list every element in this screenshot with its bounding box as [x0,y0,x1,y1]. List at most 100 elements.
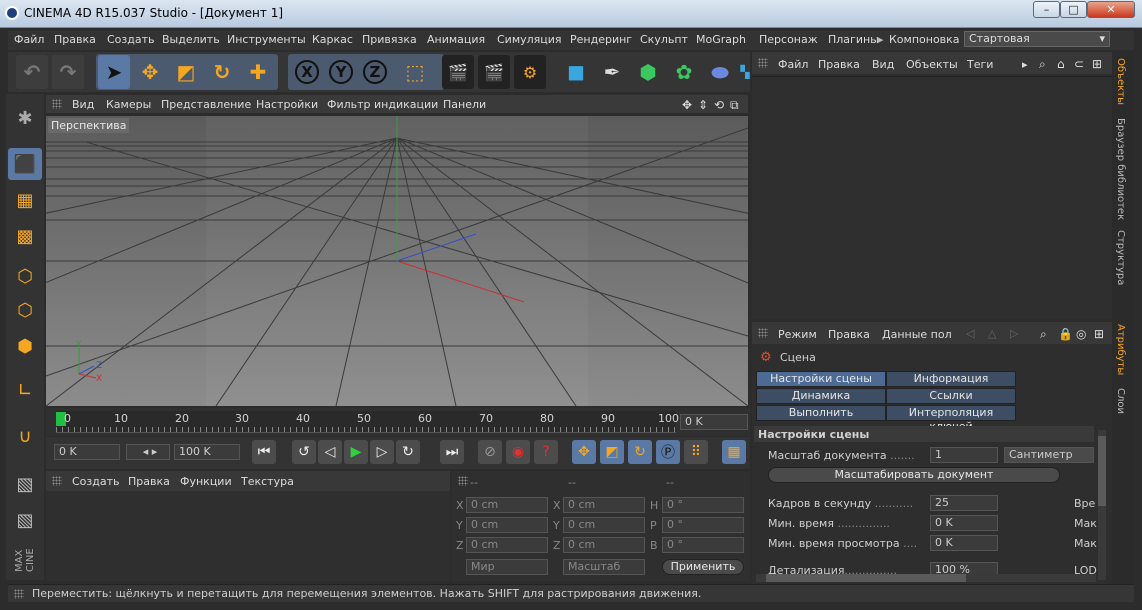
close-button[interactable]: ✕ [1087,1,1135,18]
texture-mode-icon[interactable]: ▦ [8,184,42,216]
rotation-p-field[interactable]: 0 ° [662,517,744,533]
attr-menu-userdata[interactable]: Данные пол [882,328,952,341]
record-keys-icon[interactable]: ⊘ [478,440,502,464]
mat-menu-texture[interactable]: Текстура [241,475,294,488]
attr-forward-icon[interactable]: ▷ [1010,327,1018,340]
current-frame-field[interactable]: 0 K [680,414,748,430]
tab-key-interpolation[interactable]: Интерполяция ключей [886,405,1016,433]
timeline-ruler[interactable]: 0 10 20 30 40 50 60 70 80 90 100 0 K [46,408,750,436]
vp-menu-view[interactable]: Вид [72,98,94,111]
start-frame-field[interactable]: 0 K [54,444,120,460]
position-z-field[interactable]: 0 cm [466,537,548,553]
vp-menu-display[interactable]: Представление [161,98,251,111]
key-position-icon[interactable]: ✥ [572,440,596,464]
tab-dynamics[interactable]: Динамика [756,388,886,404]
go-to-next-key-icon[interactable]: ↻ [396,440,420,464]
scale-icon[interactable]: ◩ [170,55,202,89]
obj-menu-view[interactable]: Вид [872,58,894,71]
more-tools-icon[interactable]: ▚ [740,55,750,89]
recent-tool-icon[interactable]: ✚ [242,55,274,89]
menu-mograph[interactable]: MoGraph [696,33,746,46]
size-z-field[interactable]: 0 cm [563,537,645,553]
obj-link-icon[interactable]: ⊂ [1074,57,1084,71]
menu-select[interactable]: Выделить [162,33,220,46]
obj-menu-tags[interactable]: Теги [967,58,993,71]
obj-search-icon[interactable]: ⌕ [1039,57,1046,72]
layout-dropdown[interactable]: Стартовая [964,31,1110,47]
z-axis-icon[interactable]: Z [359,55,391,89]
select-cursor-icon[interactable]: ➤ [98,55,130,89]
min-preview-field[interactable]: 0 K [930,535,998,551]
undo-icon[interactable]: ↶ [16,55,48,89]
key-pla-icon[interactable]: ⠿ [684,440,708,464]
obj-menu-edit[interactable]: Правка [818,58,860,71]
apply-button[interactable]: Применить [662,559,744,575]
menu-character[interactable]: Персонаж [759,33,818,46]
obj-menu-objects[interactable]: Объекты [906,58,958,71]
y-axis-icon[interactable]: Y [325,55,357,89]
mat-menu-edit[interactable]: Правка [128,475,170,488]
attr-menu-edit[interactable]: Правка [828,328,870,341]
menu-layout[interactable]: Компоновка [889,33,960,46]
sidetab-objects[interactable]: Объекты [1115,58,1126,105]
sidetab-structure[interactable]: Структура [1115,230,1126,285]
position-y-field[interactable]: 0 cm [466,517,548,533]
minimize-button[interactable]: – [1033,1,1060,18]
coordinate-system-icon[interactable]: ⬚ [399,55,431,89]
scale-document-button[interactable]: Масштабировать документ [768,467,1060,483]
render-picture-viewer-icon[interactable]: 🎬 [478,55,510,89]
tab-info[interactable]: Информация [886,371,1016,387]
play-icon[interactable]: ▶ [344,440,368,464]
axis-mode-icon[interactable]: ∟ [8,374,42,406]
attr-scrollbar[interactable] [1098,430,1106,580]
menu-simulate[interactable]: Симуляция [497,33,562,46]
menu-snap[interactable]: Привязка [362,33,417,46]
menu-create[interactable]: Создать [107,33,155,46]
key-rotation-icon[interactable]: ↻ [628,440,652,464]
vp-maximize-icon[interactable]: ⧉ [730,98,739,113]
attr-up-icon[interactable]: △ [988,327,996,340]
vp-rotate-icon[interactable]: ⟲ [714,98,724,112]
snap-magnet-icon[interactable]: ∪ [8,420,42,452]
menu-mesh[interactable]: Каркас [312,33,353,46]
end-frame-field[interactable]: 100 K [174,444,240,460]
menu-sculpt[interactable]: Скульпт [640,33,688,46]
attr-search-icon[interactable]: ⌕ [1040,327,1047,342]
go-to-start-icon[interactable]: ⏮ [252,440,276,464]
key-parameter-icon[interactable]: Ⓟ [656,440,680,464]
mat-menu-function[interactable]: Функции [180,475,232,488]
obj-new-window-icon[interactable]: ⊞ [1092,57,1102,71]
menu-file[interactable]: Файл [14,33,44,46]
cube-icon[interactable]: ◼ [560,55,592,89]
render-view-icon[interactable]: 🎬 [442,55,474,89]
workplane-lock-icon[interactable]: ▧ [8,468,42,500]
menu-animate[interactable]: Анимация [427,33,485,46]
sidetab-attributes[interactable]: Атрибуты [1115,324,1126,375]
tab-references[interactable]: Ссылки [886,388,1016,404]
vp-menu-cameras[interactable]: Камеры [106,98,151,111]
maximize-button[interactable]: □ [1060,1,1087,18]
position-x-field[interactable]: 0 cm [466,497,548,513]
polygons-mode-icon[interactable]: ⬢ [8,330,42,362]
redo-icon[interactable]: ↷ [52,55,84,89]
go-to-end-icon[interactable]: ⏭ [440,440,464,464]
obj-menu-more-icon[interactable]: ▸ [1022,58,1028,71]
doc-scale-field[interactable]: 1 [930,447,998,463]
attr-hscrollbar[interactable] [756,574,1096,582]
menu-edit[interactable]: Правка [54,33,96,46]
tab-scene-settings[interactable]: Настройки сцены [756,371,886,387]
obj-home-icon[interactable]: ⌂ [1057,57,1065,71]
go-to-prev-key-icon[interactable]: ↺ [292,440,316,464]
vp-zoom-icon[interactable]: ⇕ [698,98,708,112]
key-scale-icon[interactable]: ◩ [600,440,624,464]
attr-back-icon[interactable]: ◁ [966,327,974,340]
array-icon[interactable]: ✿ [668,55,700,89]
scheme-settings-icon[interactable]: ▦ [722,440,746,464]
vp-menu-options[interactable]: Настройки [256,98,318,111]
attr-new-window-icon[interactable]: ⊞ [1094,327,1104,341]
vp-menu-panel[interactable]: Панели [443,98,486,111]
next-frame-icon[interactable]: ▷ [370,440,394,464]
move-icon[interactable]: ✥ [134,55,166,89]
menu-tools[interactable]: Инструменты [227,33,306,46]
rotation-h-field[interactable]: 0 ° [662,497,744,513]
